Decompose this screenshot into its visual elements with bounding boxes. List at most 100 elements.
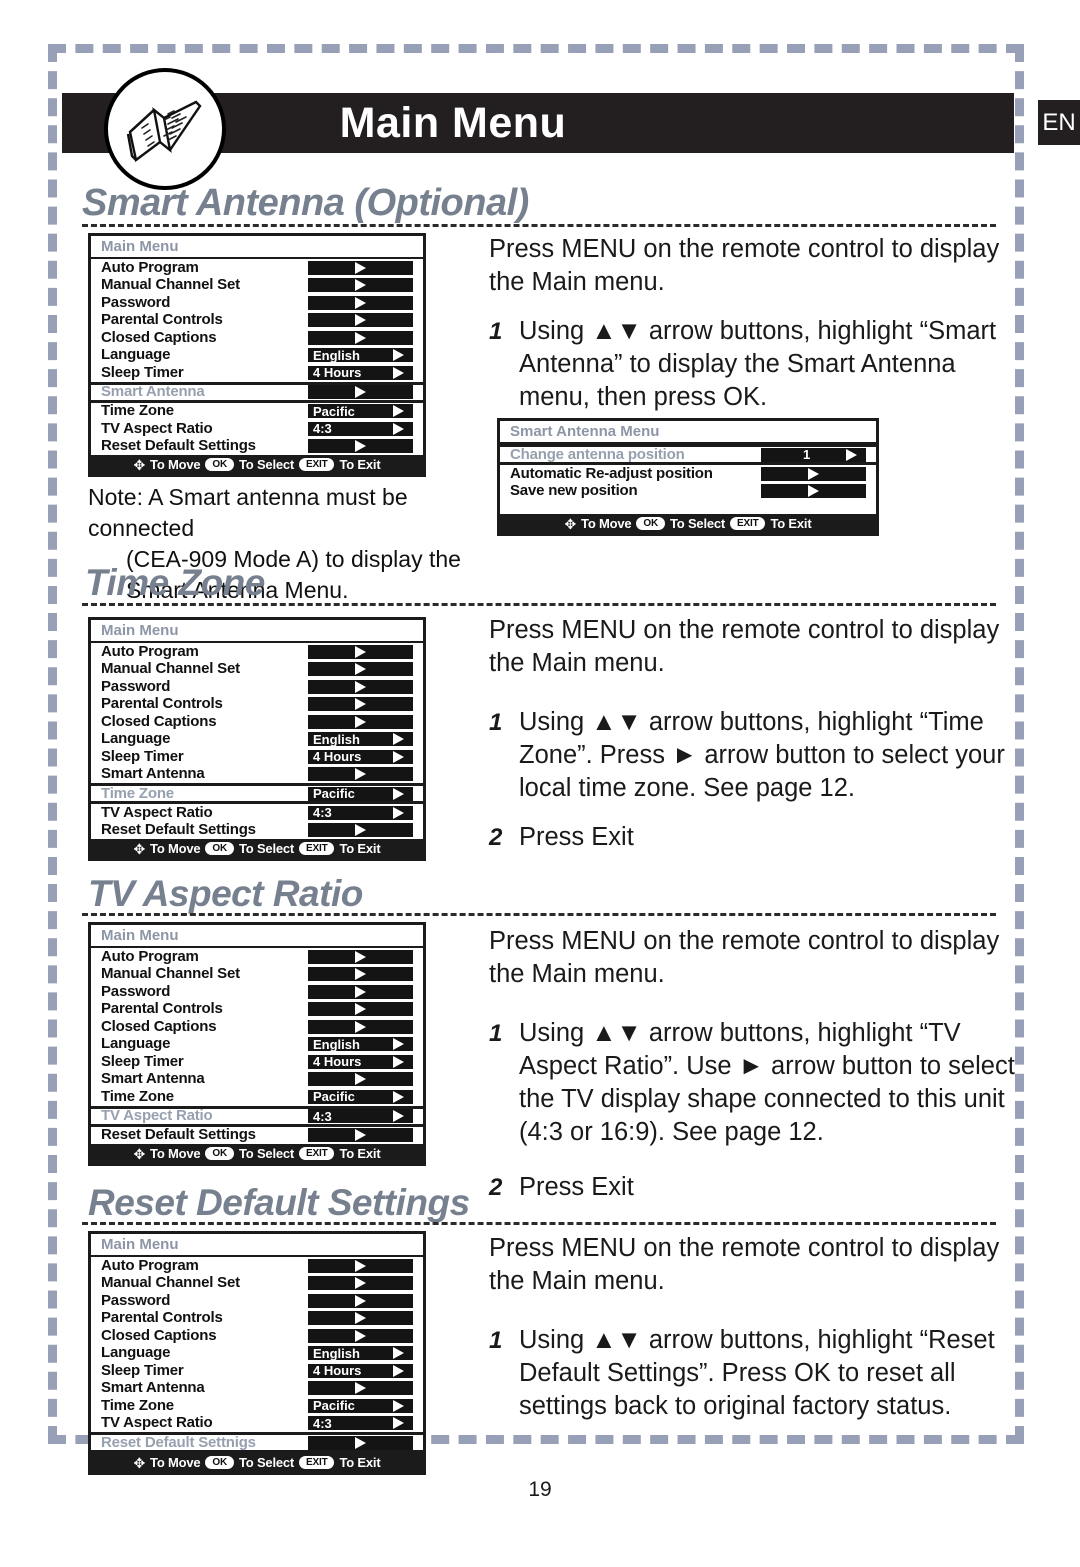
osd-row-control[interactable] <box>308 714 413 729</box>
osd-row-control[interactable] <box>308 439 413 454</box>
osd-row-manual-channel-set[interactable]: Manual Channel Set <box>91 277 423 295</box>
osd-row-sleep-timer[interactable]: Sleep Timer 4 Hours <box>91 748 423 766</box>
osd-row-change-antenna-position-selected[interactable]: Change antenna position 1 <box>500 444 876 465</box>
osd-row-control[interactable]: 4 Hours <box>308 749 413 764</box>
osd-row-parental-controls[interactable]: Parental Controls <box>91 1310 423 1328</box>
osd-row-control[interactable]: 4 Hours <box>308 1054 413 1069</box>
osd-row-tv-aspect-ratio-selected[interactable]: TV Aspect Ratio 4:3 <box>91 1105 423 1127</box>
osd-row-tv-aspect-ratio[interactable]: TV Aspect Ratio 4:3 <box>91 804 423 822</box>
osd-row-control[interactable] <box>308 1276 413 1291</box>
osd-row-language[interactable]: Language English <box>91 1345 423 1363</box>
osd-row-control[interactable] <box>308 1002 413 1017</box>
osd-row-control[interactable] <box>308 1435 413 1450</box>
osd-row-control[interactable]: 4 Hours <box>308 365 413 380</box>
osd-row-password[interactable]: Password <box>91 678 423 696</box>
osd-row-control[interactable] <box>761 466 866 481</box>
osd-row-control[interactable] <box>308 1311 413 1326</box>
osd-row-control[interactable]: 4:3 <box>308 805 413 820</box>
osd-row-reset-default-settings-selected[interactable]: Reset Default Settnigs <box>91 1432 423 1453</box>
osd-row-control[interactable] <box>308 1019 413 1034</box>
osd-row-control[interactable]: 4 Hours <box>308 1363 413 1378</box>
osd-row-control[interactable]: English <box>308 1037 413 1052</box>
osd-row-tv-aspect-ratio[interactable]: TV Aspect Ratio 4:3 <box>91 1415 423 1433</box>
osd-row-control[interactable] <box>308 260 413 275</box>
osd-row-auto-program[interactable]: Auto Program <box>91 948 423 966</box>
osd-row-password[interactable]: Password <box>91 1292 423 1310</box>
osd-row-automatic-readjust-position[interactable]: Automatic Re-adjust position <box>500 465 876 483</box>
osd-row-manual-channel-set[interactable]: Manual Channel Set <box>91 661 423 679</box>
osd-row-control[interactable] <box>308 278 413 293</box>
osd-row-password[interactable]: Password <box>91 294 423 312</box>
osd-smart-antenna-menu[interactable]: Smart Antenna Menu Change antenna positi… <box>497 418 879 536</box>
osd-row-smart-antenna[interactable]: Smart Antenna <box>91 1071 423 1089</box>
osd-row-auto-program[interactable]: Auto Program <box>91 259 423 277</box>
osd-row-smart-antenna[interactable]: Smart Antenna <box>91 766 423 784</box>
osd-row-password[interactable]: Password <box>91 983 423 1001</box>
osd-row-control[interactable]: Pacific <box>308 786 413 801</box>
osd-row-reset-default-settings[interactable]: Reset Default Settings <box>91 822 423 840</box>
osd-row-time-zone[interactable]: Time Zone Pacific <box>91 1397 423 1415</box>
osd-row-sleep-timer[interactable]: Sleep Timer 4 Hours <box>91 1053 423 1071</box>
osd-row-closed-captions[interactable]: Closed Captions <box>91 1018 423 1036</box>
osd-row-control[interactable] <box>308 1293 413 1308</box>
osd-row-control[interactable] <box>308 330 413 345</box>
osd-row-closed-captions[interactable]: Closed Captions <box>91 329 423 347</box>
osd-row-control[interactable] <box>308 313 413 328</box>
osd-main-menu-tv-aspect-ratio[interactable]: Main Menu Auto Program Manual Channel Se… <box>88 922 426 1166</box>
osd-row-closed-captions[interactable]: Closed Captions <box>91 1327 423 1345</box>
osd-row-control[interactable]: English <box>308 732 413 747</box>
osd-row-closed-captions[interactable]: Closed Captions <box>91 713 423 731</box>
osd-row-control[interactable] <box>761 484 866 499</box>
osd-row-control[interactable] <box>308 823 413 838</box>
osd-main-menu-reset-default[interactable]: Main Menu Auto Program Manual Channel Se… <box>88 1231 426 1475</box>
osd-row-reset-default-settings[interactable]: Reset Default Settings <box>91 438 423 456</box>
osd-row-control[interactable] <box>308 1072 413 1087</box>
osd-row-control[interactable] <box>308 295 413 310</box>
osd-row-smart-antenna-selected[interactable]: Smart Antenna <box>91 381 423 403</box>
osd-main-menu-time-zone[interactable]: Main Menu Auto Program Manual Channel Se… <box>88 617 426 861</box>
osd-row-control[interactable] <box>308 697 413 712</box>
osd-row-language[interactable]: Language English <box>91 1036 423 1054</box>
osd-row-control[interactable]: English <box>308 348 413 363</box>
osd-row-time-zone-selected[interactable]: Time Zone Pacific <box>91 783 423 804</box>
osd-row-control[interactable]: Pacific <box>308 1398 413 1413</box>
osd-row-control[interactable]: 1 <box>761 447 866 462</box>
osd-row-control[interactable] <box>308 1381 413 1396</box>
osd-row-control[interactable] <box>308 984 413 999</box>
osd-row-control[interactable]: Pacific <box>308 404 413 419</box>
osd-row-parental-controls[interactable]: Parental Controls <box>91 696 423 714</box>
osd-row-save-new-position[interactable]: Save new position <box>500 483 876 501</box>
osd-row-control[interactable] <box>308 1328 413 1343</box>
osd-row-language[interactable]: Language English <box>91 347 423 365</box>
osd-row-control[interactable]: 4:3 <box>308 1109 413 1123</box>
osd-row-tv-aspect-ratio[interactable]: TV Aspect Ratio 4:3 <box>91 420 423 438</box>
osd-row-control[interactable] <box>308 662 413 677</box>
osd-row-control[interactable]: Pacific <box>308 1089 413 1104</box>
osd-row-language[interactable]: Language English <box>91 731 423 749</box>
osd-row-sleep-timer[interactable]: Sleep Timer 4 Hours <box>91 1362 423 1380</box>
osd-row-parental-controls[interactable]: Parental Controls <box>91 312 423 330</box>
osd-row-auto-program[interactable]: Auto Program <box>91 1257 423 1275</box>
osd-row-smart-antenna[interactable]: Smart Antenna <box>91 1380 423 1398</box>
osd-row-reset-default-settings[interactable]: Reset Default Settings <box>91 1127 423 1145</box>
osd-row-time-zone[interactable]: Time Zone Pacific <box>91 403 423 421</box>
osd-row-control[interactable] <box>308 767 413 782</box>
osd-row-control[interactable] <box>308 1128 413 1143</box>
osd-row-control[interactable]: English <box>308 1346 413 1361</box>
osd-row-control[interactable]: 4:3 <box>308 1416 413 1431</box>
osd-row-manual-channel-set[interactable]: Manual Channel Set <box>91 1275 423 1293</box>
osd-row-control[interactable] <box>308 1258 413 1273</box>
osd-main-menu-smart-antenna[interactable]: Main Menu Auto Program Manual Channel Se… <box>88 233 426 477</box>
arrow-right-icon <box>355 1312 366 1325</box>
osd-row-control[interactable] <box>308 644 413 659</box>
osd-row-control[interactable] <box>308 385 413 399</box>
osd-row-control[interactable] <box>308 967 413 982</box>
osd-row-auto-program[interactable]: Auto Program <box>91 643 423 661</box>
osd-row-sleep-timer[interactable]: Sleep Timer 4 Hours <box>91 364 423 382</box>
osd-row-control[interactable] <box>308 949 413 964</box>
osd-row-parental-controls[interactable]: Parental Controls <box>91 1001 423 1019</box>
osd-row-manual-channel-set[interactable]: Manual Channel Set <box>91 966 423 984</box>
osd-row-time-zone[interactable]: Time Zone Pacific <box>91 1088 423 1106</box>
osd-row-control[interactable]: 4:3 <box>308 421 413 436</box>
osd-row-control[interactable] <box>308 679 413 694</box>
